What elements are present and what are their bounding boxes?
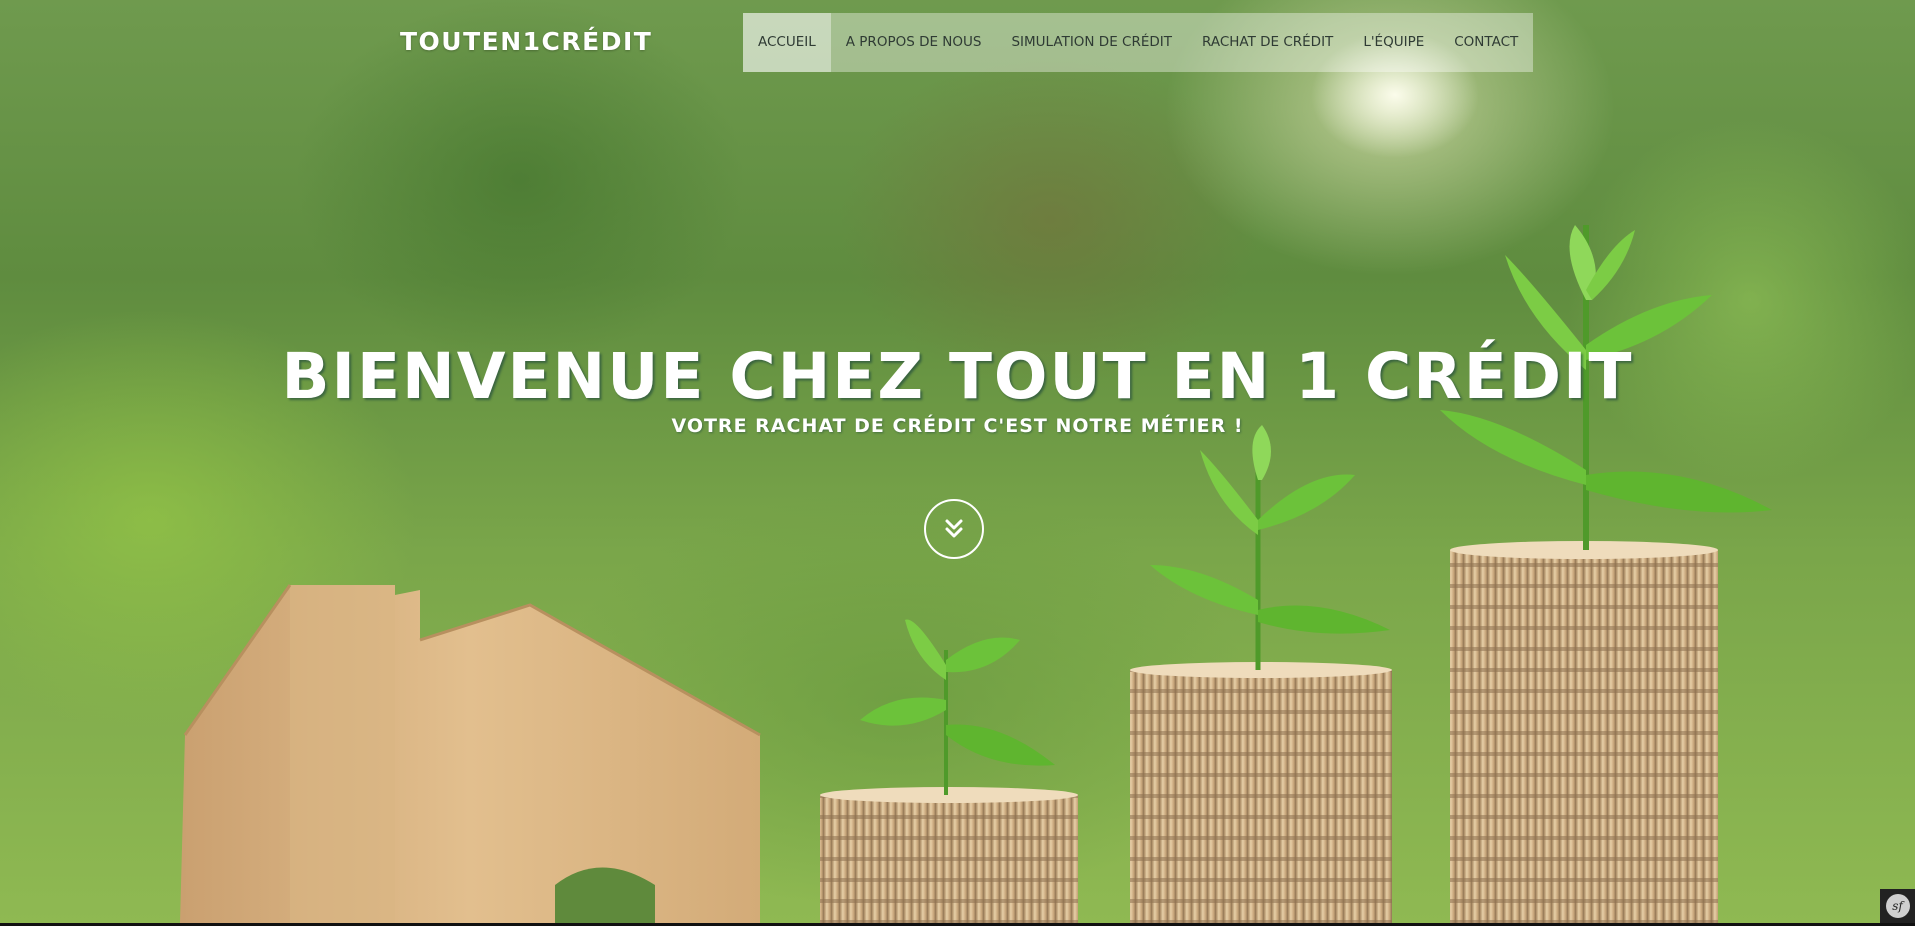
nav-item-rachat-credit[interactable]: RACHAT DE CRÉDIT: [1187, 13, 1349, 72]
symfony-logo-icon: sf: [1885, 894, 1910, 918]
scroll-down-button[interactable]: [924, 499, 984, 559]
main-navigation: ACCUEIL A PROPOS DE NOUS SIMULATION DE C…: [743, 13, 1534, 72]
hero-section: TOUTEN1CRÉDIT ACCUEIL A PROPOS DE NOUS S…: [0, 0, 1915, 923]
site-logo[interactable]: TOUTEN1CRÉDIT: [400, 26, 652, 58]
nav-item-simulation-credit[interactable]: SIMULATION DE CRÉDIT: [996, 13, 1187, 72]
nav-item-accueil[interactable]: ACCUEIL: [743, 13, 831, 72]
double-chevron-down-icon: [945, 519, 963, 538]
symfony-debug-toolbar-toggle[interactable]: sf: [1880, 889, 1915, 923]
nav-item-equipe[interactable]: L'ÉQUIPE: [1348, 13, 1440, 72]
nav-item-contact[interactable]: CONTACT: [1439, 13, 1534, 72]
hero-background-image: [180, 225, 1772, 923]
hero-title: BIENVENUE CHEZ TOUT EN 1 CRÉDIT: [281, 340, 1634, 413]
nav-item-a-propos[interactable]: A PROPOS DE NOUS: [830, 13, 997, 72]
hero-subtitle: VOTRE RACHAT DE CRÉDIT C'EST NOTRE MÉTIE…: [671, 415, 1244, 437]
